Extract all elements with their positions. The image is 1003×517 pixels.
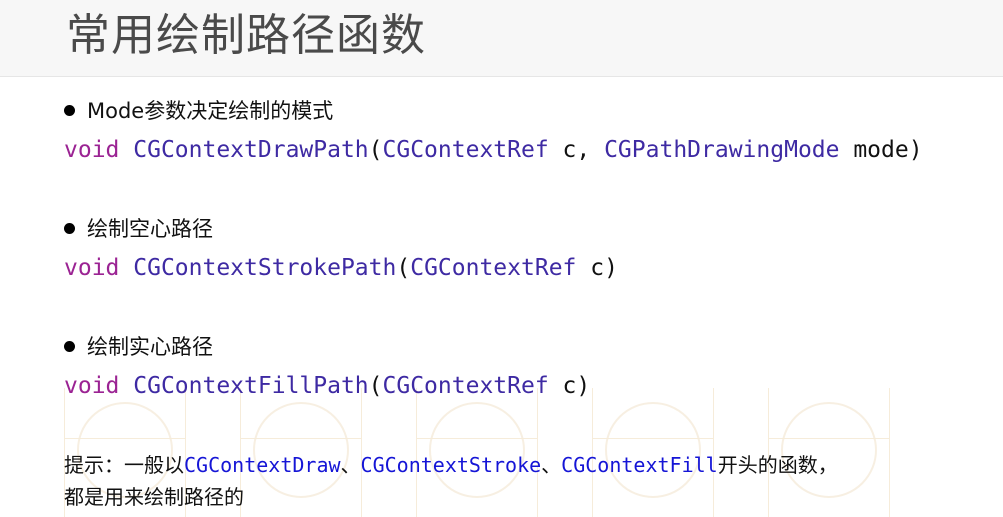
code-paren-close: )	[604, 255, 618, 281]
bullet-text: 绘制实心路径	[87, 335, 213, 359]
code-param-name: mode	[839, 137, 909, 163]
code-paren-open: (	[368, 137, 383, 163]
bullet-dot-icon	[64, 222, 75, 234]
tip-suffix: 开头的函数，	[717, 453, 838, 477]
code-param-name: c,	[548, 137, 605, 163]
slide-header: 常用绘制路径函数	[0, 0, 1003, 77]
code-keyword: void	[64, 373, 120, 399]
bullet-item-stroke: 绘制空心路径	[64, 214, 213, 244]
bullet-dot-icon	[64, 104, 75, 116]
code-param-name: c	[548, 373, 577, 399]
code-function: CGContextDrawPath	[133, 137, 369, 163]
bullet-text: 绘制空心路径	[87, 217, 213, 241]
code-line-fill-path: void CGContextFillPath(CGContextRef c)	[64, 369, 590, 403]
code-line-stroke-path: void CGContextStrokePath(CGContextRef c)	[64, 251, 618, 285]
code-paren-close: )	[908, 137, 923, 163]
tip-term: CGContextStroke	[360, 453, 542, 477]
code-paren-open: (	[396, 255, 411, 281]
tip-line-2: 都是用来绘制路径的	[64, 485, 244, 509]
tip-term: CGContextFill	[561, 453, 718, 477]
tip-separator: 、	[541, 453, 562, 477]
tip-prefix: 提示：一般以	[64, 453, 184, 477]
bullet-item-mode: Mode参数决定绘制的模式	[64, 96, 333, 126]
bullet-text: Mode参数决定绘制的模式	[87, 99, 334, 123]
code-param-type: CGContextRef	[382, 137, 549, 163]
code-function: CGContextFillPath	[133, 373, 369, 399]
bullet-dot-icon	[64, 340, 75, 352]
tip-term: CGContextDraw	[184, 453, 341, 477]
code-paren-open: (	[368, 373, 383, 399]
tip-line-1: 提示：一般以CGContextDraw、CGContextStroke、CGCo…	[64, 449, 964, 481]
code-function: CGContextStrokePath	[133, 255, 397, 281]
code-param-name: c	[576, 255, 605, 281]
code-param-type: CGContextRef	[382, 373, 549, 399]
bullet-item-fill: 绘制实心路径	[64, 332, 213, 362]
code-paren-close: )	[576, 373, 591, 399]
code-param-type: CGContextRef	[410, 255, 577, 281]
tip-separator: 、	[340, 453, 361, 477]
code-keyword: void	[64, 255, 120, 281]
slide-title: 常用绘制路径函数	[66, 10, 426, 61]
tip-note: 提示：一般以CGContextDraw、CGContextStroke、CGCo…	[64, 449, 964, 513]
code-keyword: void	[64, 137, 120, 163]
code-param-type: CGPathDrawingMode	[604, 137, 840, 163]
code-line-draw-path: void CGContextDrawPath(CGContextRef c, C…	[64, 133, 923, 167]
